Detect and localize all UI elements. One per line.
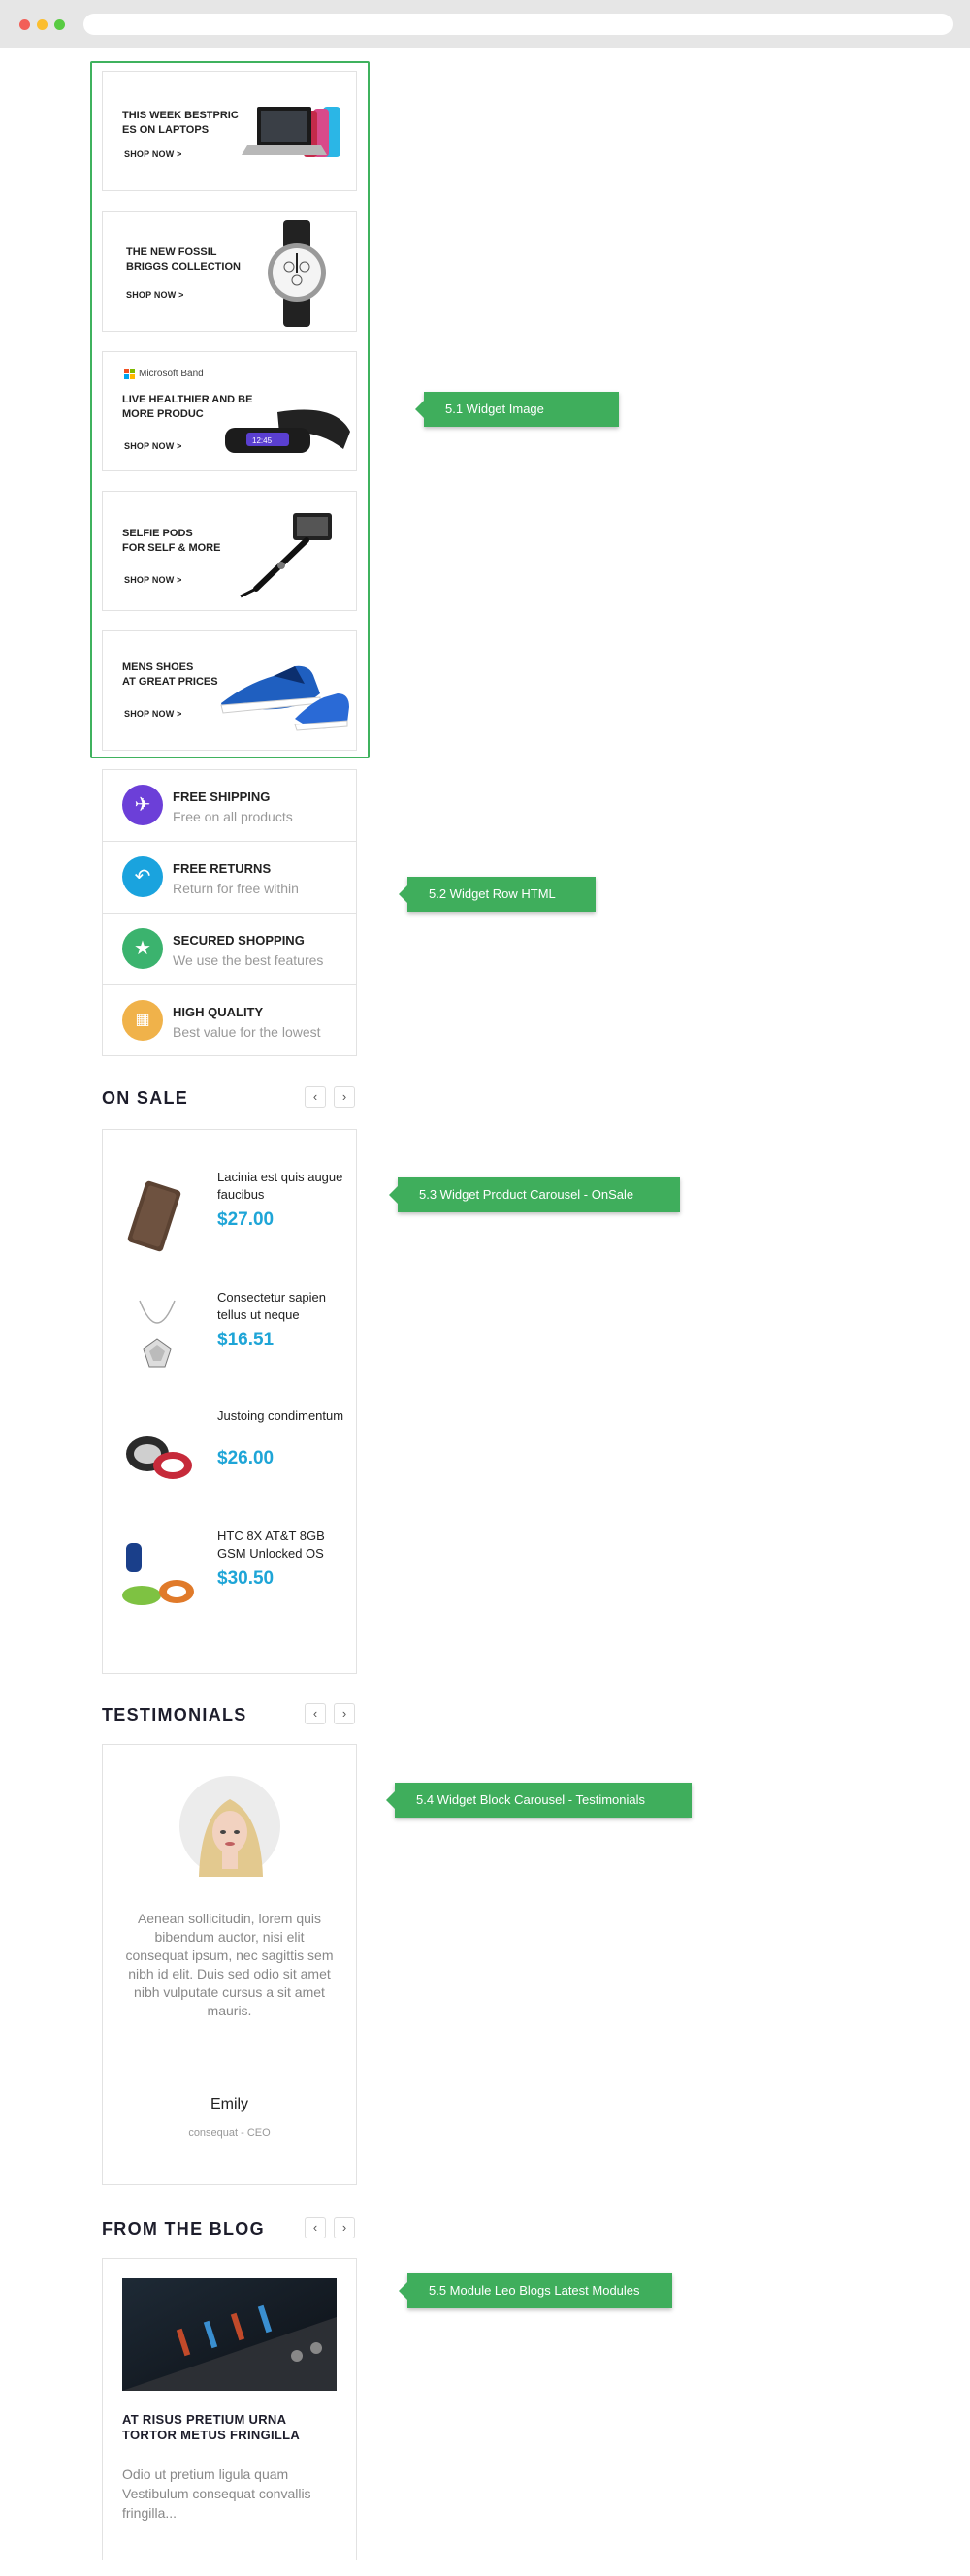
features-widget: ✈ FREE SHIPPING Free on all products ↶ F… (102, 769, 357, 1056)
star-icon: ★ (122, 928, 163, 969)
feature-subtitle: We use the best features (173, 952, 324, 968)
carousel-next-button[interactable]: › (334, 1703, 355, 1724)
section-title-blog: FROM THE BLOG (102, 2219, 265, 2238)
blog-post-image[interactable] (122, 2278, 337, 2391)
shop-now-link[interactable]: SHOP NOW > (124, 709, 182, 719)
product-price: $16.51 (217, 1330, 275, 1350)
shop-now-link[interactable]: SHOP NOW > (126, 290, 184, 300)
section-title-testimonials: TESTIMONIALS (102, 1705, 247, 1724)
band-image: 12:45 (225, 409, 350, 453)
feature-title: FREE RETURNS (173, 861, 272, 876)
feature-high-quality[interactable]: ▦ HIGH QUALITY Best value for the lowest (103, 985, 356, 1057)
product-name[interactable]: Consectetur sapien tellus ut neque (217, 1289, 353, 1324)
shop-now-link[interactable]: SHOP NOW > (124, 149, 182, 159)
banner-title: SELFIE PODS FOR SELF & MORE (122, 528, 221, 554)
avatar (179, 1776, 280, 1877)
annotation-widget-image: 5.1 Widget Image (415, 392, 619, 427)
laptop-image (242, 107, 340, 157)
feature-subtitle: Free on all products (173, 809, 293, 824)
address-bar[interactable] (83, 14, 953, 35)
product-price: $27.00 (217, 1209, 275, 1230)
banner-watch[interactable]: THE NEW FOSSIL BRIGGS COLLECTION SHOP NO… (102, 211, 357, 332)
banner-laptops[interactable]: THIS WEEK BESTPRIC ES ON LAPTOPS SHOP NO… (102, 71, 357, 191)
blog-post-title[interactable]: AT RISUS PRETIUM URNA TORTOR METUS FRING… (122, 2412, 340, 2443)
feature-secured-shopping[interactable]: ★ SECURED SHOPPING We use the best featu… (103, 914, 356, 985)
feature-title: FREE SHIPPING (173, 789, 271, 804)
watch-image (268, 220, 326, 327)
feature-title: HIGH QUALITY (173, 1005, 264, 1019)
leather-case-image (127, 1180, 181, 1252)
blog-post-excerpt: Odio ut pretium ligula quam Vestibulum c… (122, 2466, 311, 2521)
feature-free-returns[interactable]: ↶ FREE RETURNS Return for free within (103, 842, 356, 914)
banner-mens-shoes[interactable]: MENS SHOES AT GREAT PRICES SHOP NOW > (102, 630, 357, 751)
annotation-widget-row-html: 5.2 Widget Row HTML (399, 877, 596, 912)
product-item[interactable]: Consectetur sapien tellus ut neque $16.5… (103, 1279, 356, 1386)
banner-selfie-pods[interactable]: SELFIE PODS FOR SELF & MORE SHOP NOW > (102, 491, 357, 611)
shop-now-link[interactable]: SHOP NOW > (124, 441, 182, 451)
blog-post-card: AT RISUS PRETIUM URNA TORTOR METUS FRING… (102, 2258, 357, 2560)
shoes-image (220, 665, 349, 731)
carousel-next-button[interactable]: › (334, 1086, 355, 1108)
minimize-window-button[interactable] (37, 19, 48, 30)
svg-text:12:45: 12:45 (252, 436, 273, 445)
carousel-prev-button[interactable]: ‹ (305, 2217, 326, 2238)
product-name[interactable]: Lacinia est quis augue faucibus (217, 1169, 353, 1204)
annotation-leo-blogs: 5.5 Module Leo Blogs Latest Modules (399, 2273, 672, 2308)
selfie-stick-image (240, 513, 332, 598)
brand-label: Microsoft Band (139, 369, 204, 379)
return-arrow-icon: ↶ (122, 856, 163, 897)
testimonial-quote: Aenean sollicitudin, lorem quis bibendum… (125, 1911, 334, 2018)
quality-icon: ▦ (122, 1000, 163, 1041)
maximize-window-button[interactable] (54, 19, 65, 30)
section-title-on-sale: ON SALE (102, 1088, 189, 1108)
banner-microsoft-band[interactable]: Microsoft Band LIVE HEALTHIER AND BE MOR… (102, 351, 357, 471)
plane-icon: ✈ (122, 785, 163, 825)
necklace-image (139, 1300, 176, 1368)
product-name[interactable]: HTC 8X AT&T 8GB GSM Unlocked OS (217, 1528, 353, 1562)
product-price: $26.00 (217, 1448, 275, 1468)
microsoft-logo-icon (124, 369, 135, 379)
product-item[interactable]: Lacinia est quis augue faucibus $27.00 (103, 1159, 356, 1266)
product-name[interactable]: Justoing condimentum (217, 1407, 353, 1425)
close-window-button[interactable] (19, 19, 30, 30)
annotation-block-carousel: 5.4 Widget Block Carousel - Testimonials (386, 1783, 692, 1818)
fitness-band-image (122, 1543, 194, 1605)
carousel-prev-button[interactable]: ‹ (305, 1086, 326, 1108)
shop-now-link[interactable]: SHOP NOW > (124, 575, 182, 585)
testimonial-name: Emily (210, 2096, 249, 2112)
carousel-prev-button[interactable]: ‹ (305, 1703, 326, 1724)
banner-title: MENS SHOES AT GREAT PRICES (122, 661, 218, 688)
feature-title: SECURED SHOPPING (173, 933, 305, 948)
product-item[interactable]: HTC 8X AT&T 8GB GSM Unlocked OS $30.50 (103, 1518, 356, 1625)
testimonial-carousel: Aenean sollicitudin, lorem quis bibendum… (102, 1744, 357, 2185)
banner-title: THIS WEEK BESTPRIC ES ON LAPTOPS (122, 110, 239, 136)
banner-title: THE NEW FOSSIL BRIGGS COLLECTION (126, 246, 241, 273)
carousel-next-button[interactable]: › (334, 2217, 355, 2238)
feature-free-shipping[interactable]: ✈ FREE SHIPPING Free on all products (103, 770, 356, 842)
testimonial-role: consequat - CEO (188, 2127, 271, 2139)
product-item[interactable]: Justoing condimentum $26.00 (103, 1398, 356, 1504)
bracelet-image (126, 1436, 192, 1479)
browser-toolbar (0, 0, 970, 48)
on-sale-carousel: Lacinia est quis augue faucibus $27.00 C… (102, 1129, 357, 1674)
annotation-product-carousel: 5.3 Widget Product Carousel - OnSale (389, 1177, 680, 1212)
feature-subtitle: Return for free within (173, 881, 299, 896)
feature-subtitle: Best value for the lowest (173, 1024, 321, 1040)
product-price: $30.50 (217, 1568, 275, 1589)
